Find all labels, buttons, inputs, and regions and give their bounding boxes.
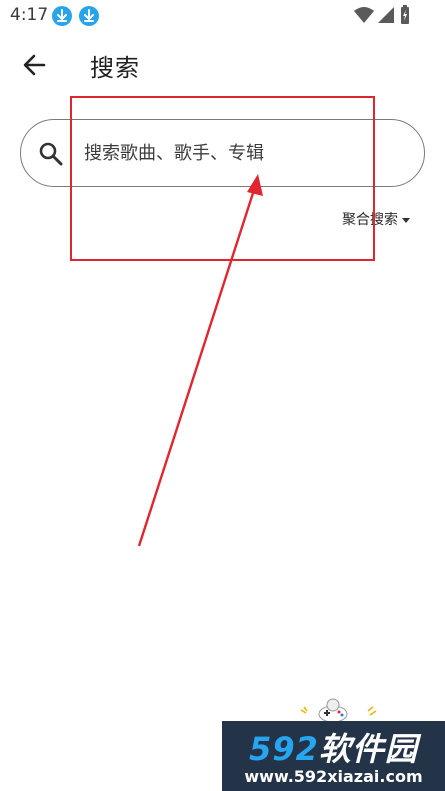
search-box[interactable] <box>20 119 425 187</box>
search-icon <box>39 142 63 166</box>
watermark-brand: 592软件园 <box>222 724 445 770</box>
status-bar: 4:17 <box>0 0 445 32</box>
system-icons <box>353 5 413 25</box>
download-icon <box>79 6 99 26</box>
battery-charging-icon <box>401 5 409 24</box>
gamepad-mascot-icon <box>300 698 377 723</box>
watermark: 592软件园 www.592xiazai.com <box>222 721 445 791</box>
download-icon <box>52 6 72 26</box>
search-mode-label: 聚合搜索 <box>342 212 398 228</box>
watermark-brand-text: 软件园 <box>318 730 418 768</box>
watermark-url: www.592xiazai.com <box>244 767 423 786</box>
arrow-left-icon <box>23 54 46 76</box>
wifi-icon <box>354 7 374 23</box>
watermark-brand-number: 592 <box>249 730 319 768</box>
annotation-arrow-line <box>137 189 256 547</box>
page-title: 搜索 <box>90 54 140 82</box>
back-button[interactable] <box>18 50 54 80</box>
status-time: 4:17 <box>10 5 49 25</box>
search-mode-dropdown[interactable]: 聚合搜索 <box>342 209 410 231</box>
cell-signal-icon <box>378 7 394 23</box>
caret-down-icon <box>402 217 410 223</box>
search-input[interactable] <box>84 138 404 168</box>
